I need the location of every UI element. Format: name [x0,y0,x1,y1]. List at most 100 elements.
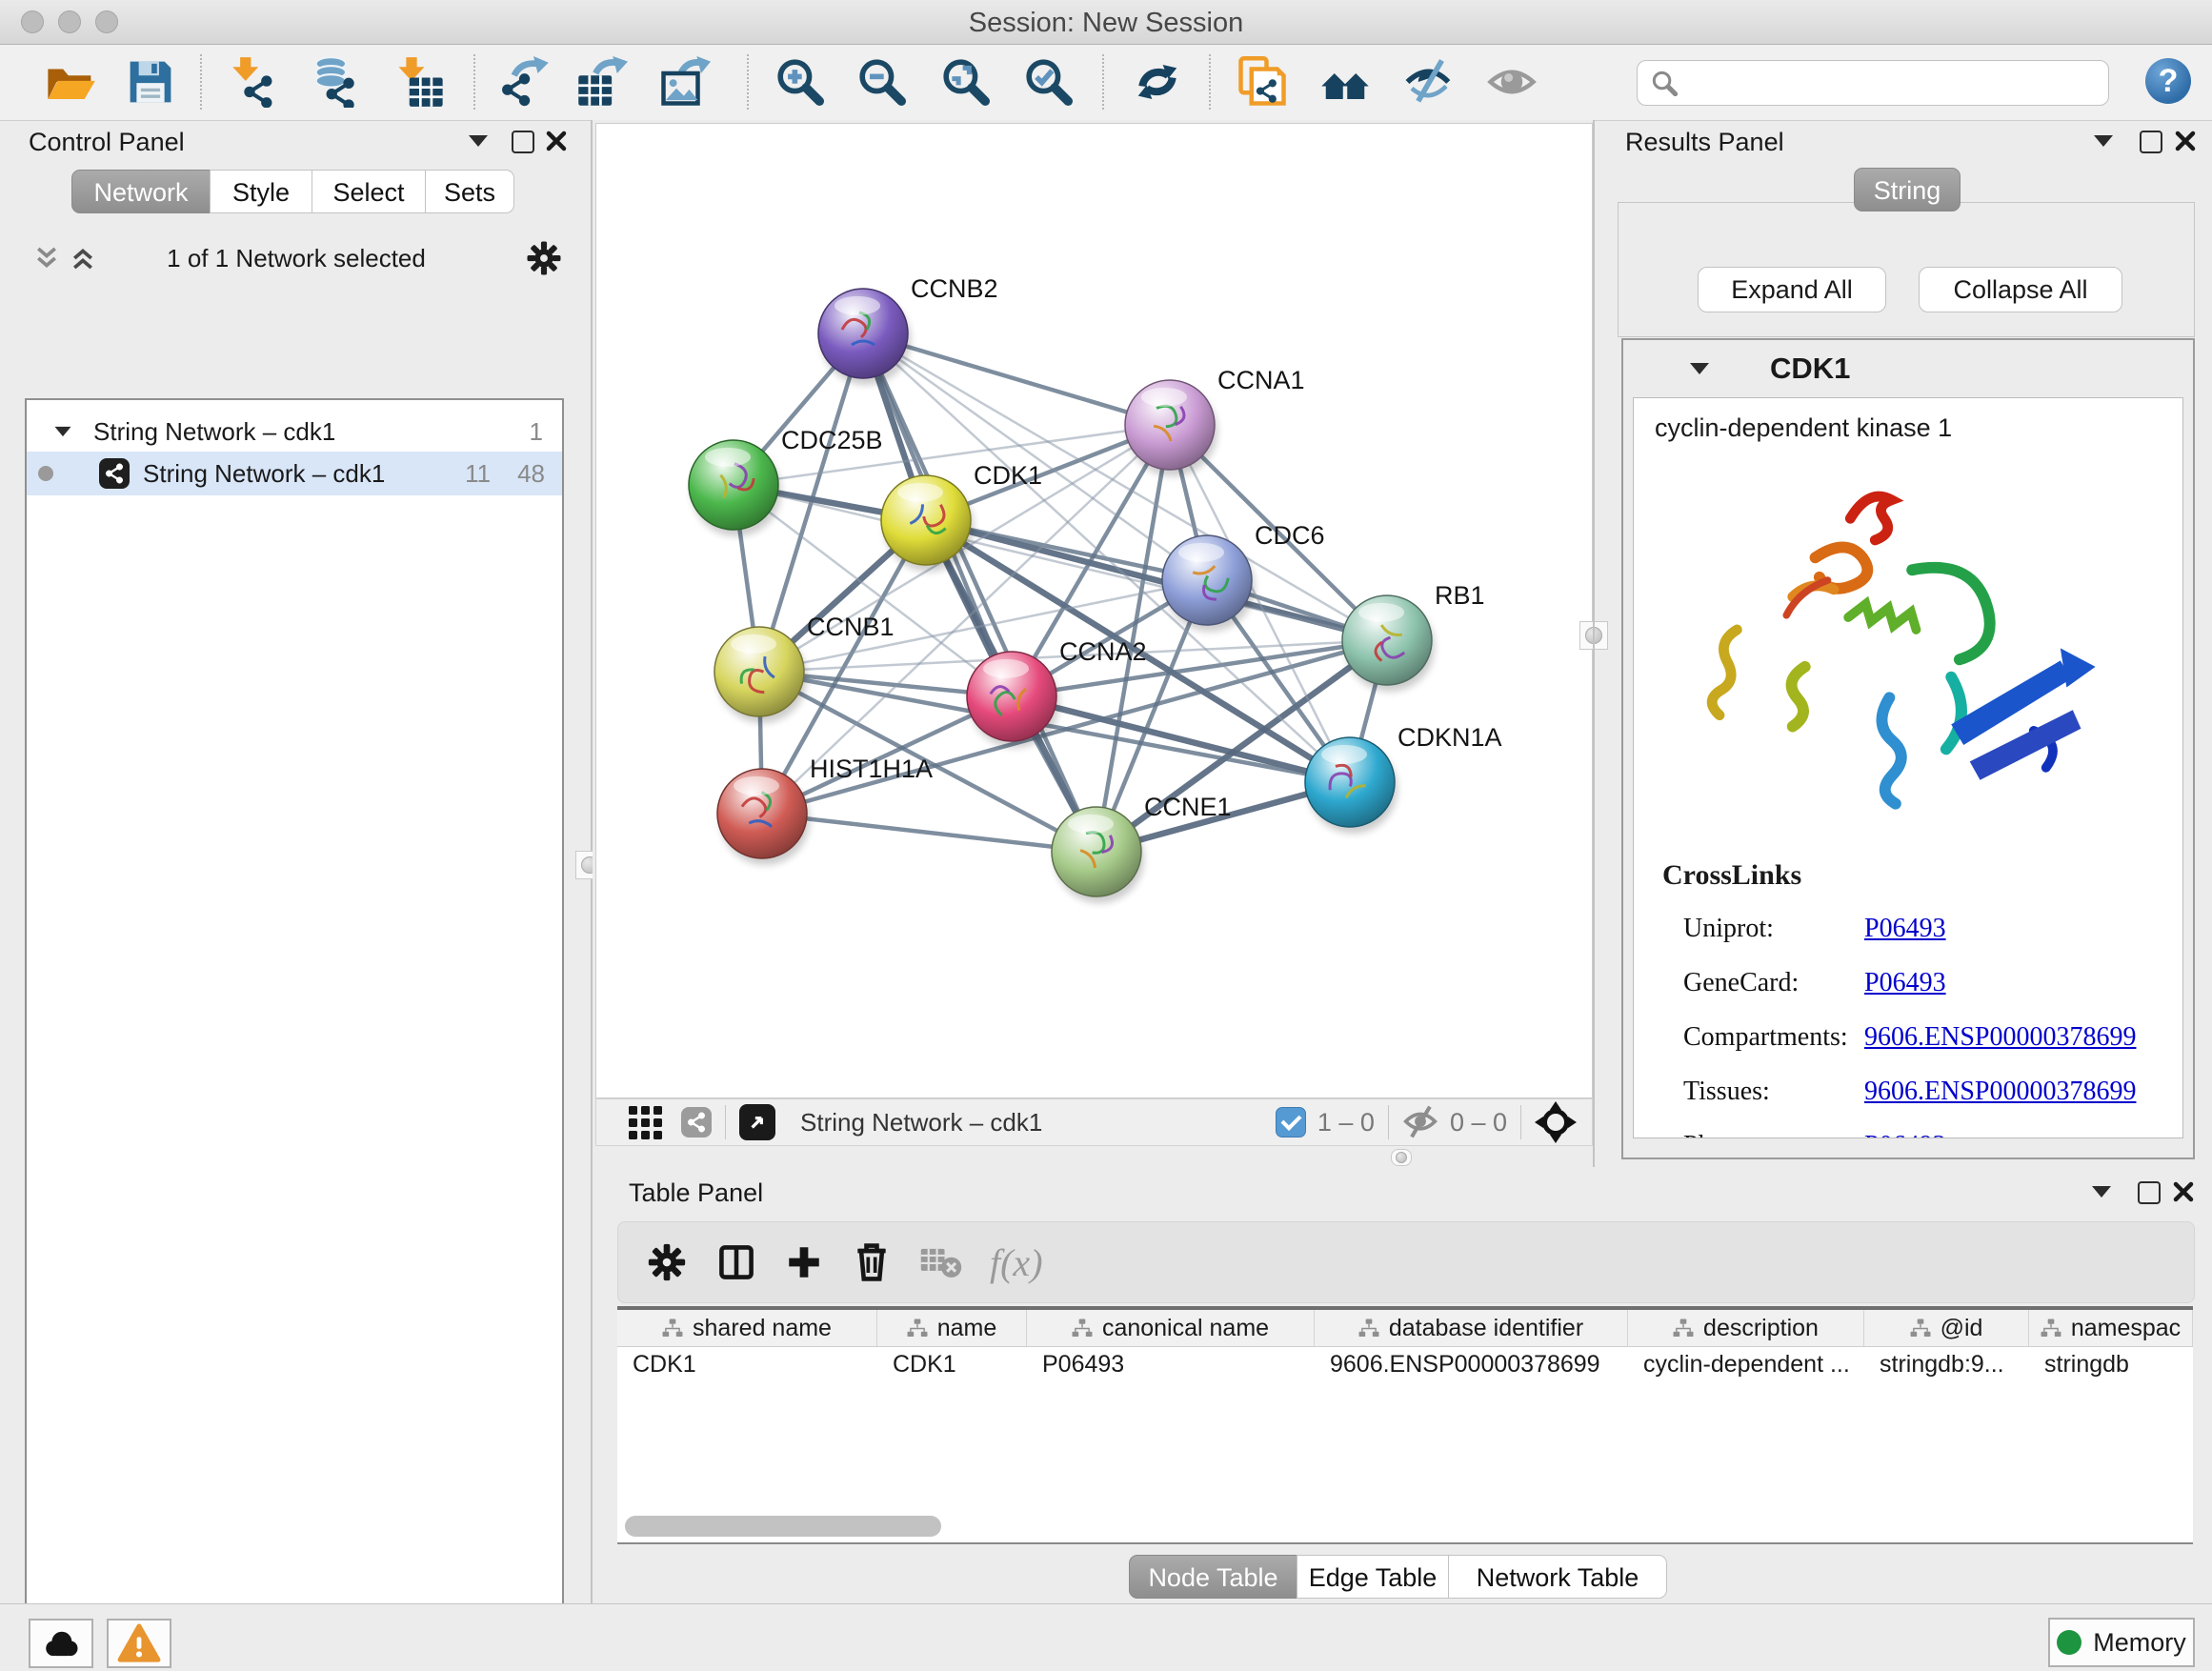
gene-section-header[interactable]: CDK1 [1623,340,2193,397]
crosslink-link[interactable]: 9606.ENSP00000378699 [1864,1022,2136,1053]
tab-string[interactable]: String [1854,168,1961,211]
results-panel-close-icon[interactable] [2174,130,2197,152]
table-panel-float-icon[interactable] [2138,1181,2161,1204]
zoom-selected-icon[interactable] [1023,56,1075,108]
crosslink-link[interactable]: P06493 [1864,1131,1946,1139]
network-node-CCNA2[interactable] [967,652,1059,748]
zoom-fit-icon[interactable] [940,56,992,108]
import-database-icon[interactable] [311,56,362,108]
table-cell[interactable]: 9606.ENSP00000378699 [1315,1347,1628,1382]
network-badge-icon[interactable] [681,1107,712,1137]
control-panel-close-icon[interactable] [545,130,568,152]
column-header-namespac[interactable]: namespac [2029,1310,2193,1346]
import-table-icon[interactable] [394,56,446,108]
pan-crosshair-icon[interactable] [1535,1101,1577,1143]
network-node-HIST1H1A[interactable] [717,769,810,865]
results-panel-float-icon[interactable] [2140,131,2162,153]
table-cell[interactable]: CDK1 [877,1347,1027,1382]
network-node-label: CDKN1A [1398,723,1502,752]
table-panel-close-icon[interactable] [2172,1180,2195,1203]
birds-eye-view-icon[interactable] [739,1104,775,1140]
network-edge-count: 48 [517,459,545,489]
clone-network-icon[interactable] [1237,56,1288,108]
show-all-icon[interactable] [1486,56,1538,108]
export-image-icon[interactable] [659,56,711,108]
column-header-description[interactable]: description [1628,1310,1864,1346]
tree-expand-icon[interactable] [55,427,71,436]
delete-column-icon[interactable] [851,1241,893,1283]
selected-nodes-checkbox[interactable] [1276,1107,1306,1137]
crosslink-link[interactable]: P06493 [1864,968,1946,998]
add-column-icon[interactable] [784,1242,824,1282]
tab-select[interactable]: Select [312,170,426,213]
network-collection-row[interactable]: String Network – cdk1 1 [27,412,562,452]
search-input[interactable] [1687,68,2108,99]
cloud-status-button[interactable] [29,1619,93,1668]
column-header-name[interactable]: name [877,1310,1027,1346]
grid-view-icon[interactable] [629,1106,662,1139]
tab-style[interactable]: Style [210,170,312,213]
network-canvas[interactable]: CCNB2CCNA1CDC25BCDK1CDC6RB1CCNB1CCNA2CDK… [595,123,1593,1098]
network-node-CDKN1A[interactable] [1305,737,1398,834]
control-panel-menu-icon[interactable] [469,135,488,147]
zoom-out-icon[interactable] [856,56,908,108]
hide-selected-icon[interactable] [1403,56,1455,108]
network-row-selected[interactable]: String Network – cdk1 11 48 [27,452,562,495]
memory-button[interactable]: Memory [2048,1618,2195,1667]
table-gear-icon[interactable] [645,1240,689,1284]
refresh-icon[interactable] [1132,56,1183,108]
gene-section: CDK1 cyclin-dependent kinase 1 [1621,338,2195,1159]
network-node-RB1[interactable] [1342,595,1435,692]
main-toolbar: ? [0,45,2212,121]
table-cell[interactable]: stringdb:9... [1864,1347,2029,1382]
tab-edge-table[interactable]: Edge Table [1297,1555,1449,1599]
network-node-CCNB1[interactable] [714,627,807,723]
table-cell[interactable]: CDK1 [617,1347,877,1382]
open-session-icon[interactable] [45,56,96,108]
results-panel-menu-icon[interactable] [2094,135,2113,147]
crosslink-link[interactable]: 9606.ENSP00000378699 [1864,1077,2136,1107]
delete-table-icon[interactable] [919,1243,963,1281]
help-icon[interactable]: ? [2145,58,2191,104]
control-panel-float-icon[interactable] [512,131,534,153]
network-node-CDC25B[interactable] [689,440,781,536]
search-icon [1651,70,1678,96]
crosslink-link[interactable]: P06493 [1864,914,1946,944]
show-columns-icon[interactable] [715,1241,757,1283]
table-cell[interactable]: cyclin-dependent ... [1628,1347,1864,1382]
column-header-canonical-name[interactable]: canonical name [1027,1310,1315,1346]
network-node-CDC6[interactable] [1162,535,1255,632]
table-cell[interactable]: P06493 [1027,1347,1315,1382]
tab-sets[interactable]: Sets [425,170,514,213]
section-collapse-icon[interactable] [1690,363,1709,374]
column-header-database-identifier[interactable]: database identifier [1315,1310,1628,1346]
first-neighbors-icon[interactable] [1319,56,1371,108]
table-panel-menu-icon[interactable] [2092,1186,2111,1198]
crosslink-label: Compartments: [1683,1022,1864,1053]
table-row[interactable]: CDK1CDK1P064939606.ENSP00000378699cyclin… [617,1347,2193,1382]
network-options-gear-icon[interactable] [524,238,564,278]
network-node-CDK1[interactable] [881,475,974,572]
table-hscrollbar[interactable] [625,1516,2185,1540]
tab-node-table[interactable]: Node Table [1129,1555,1297,1599]
network-node-count: 11 [465,459,491,489]
network-node-CCNA1[interactable] [1125,380,1217,476]
function-builder-icon[interactable]: f(x) [990,1240,1043,1285]
export-network-icon[interactable] [499,56,551,108]
warning-status-button[interactable] [107,1619,171,1668]
network-node-CCNE1[interactable] [1052,807,1144,903]
tab-network-table[interactable]: Network Table [1448,1555,1667,1599]
tab-network[interactable]: Network [71,170,211,213]
import-network-icon[interactable] [231,56,282,108]
save-session-icon[interactable] [125,56,176,108]
column-header--id[interactable]: @id [1864,1310,2029,1346]
window-titlebar: Session: New Session [0,0,2212,45]
panel-resize-grip[interactable] [1391,1149,1412,1166]
column-header-shared-name[interactable]: shared name [617,1310,877,1346]
collapse-all-button[interactable]: Collapse All [1919,267,2122,312]
expand-all-button[interactable]: Expand All [1698,267,1886,312]
zoom-in-icon[interactable] [774,56,826,108]
table-cell[interactable]: stringdb [2029,1347,2193,1382]
export-table-icon[interactable] [576,56,628,108]
network-edge[interactable] [762,814,1096,852]
